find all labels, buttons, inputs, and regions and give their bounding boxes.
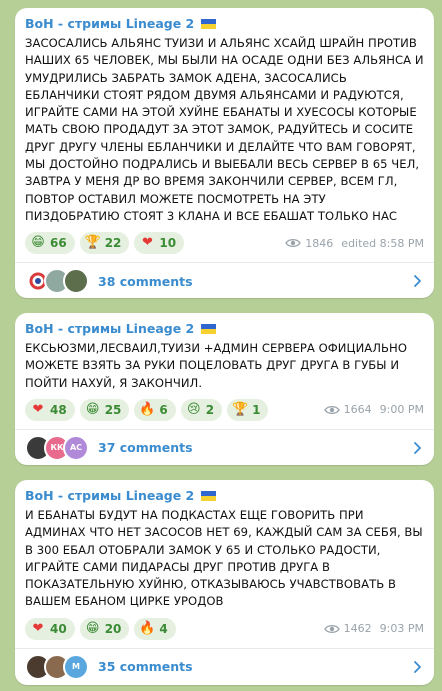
eye-icon [323,405,340,414]
reaction-count: 66 [50,236,67,251]
heart-emoji-icon: ❤ [32,620,44,636]
eye-icon [323,624,340,633]
chevron-right-icon[interactable] [410,274,424,288]
reaction-fire[interactable]: 🔥 6 [134,398,176,421]
comments-count-label[interactable]: 38 comments [98,274,410,289]
post-footer: ❤ 40 😁 20 🔥 4 1462 9:03 PM [25,617,424,641]
channel-name-text[interactable]: BoH - стримы Lineage 2 [25,321,194,336]
channel-name-text[interactable]: BoH - стримы Lineage 2 [25,16,194,31]
reactions: ❤ 48 😁 25 🔥 6 😢 2 🏆 1 [25,398,324,421]
channel-post: BoH - стримы Lineage 2 ЕКСЬЮЗМИ,ЛЕСВАИЛ,… [15,313,434,465]
reaction-count: 40 [50,621,67,636]
comments-count-label[interactable]: 35 comments [98,659,410,674]
view-count: 1462 [343,622,372,636]
reaction-count: 48 [50,402,67,417]
reaction-heart[interactable]: ❤ 40 [25,617,75,640]
reaction-count: 22 [104,236,122,251]
trophy-emoji-icon: 🏆 [84,235,101,251]
reaction-grin[interactable]: 😁 20 [79,617,130,640]
commenter-avatars: КК AC [25,434,89,461]
post-meta: 1846 edited 8:58 PM [285,237,424,250]
reaction-heart[interactable]: ❤ 48 [25,398,75,421]
reaction-count: 25 [104,402,122,417]
channel-name[interactable]: BoH - стримы Lineage 2 [25,488,424,504]
reaction-count: 2 [205,402,215,417]
post-footer: 😁 66 🏆 22 ❤ 10 1846 edited 8:58 PM [25,231,424,255]
channel-name-text[interactable]: BoH - стримы Lineage 2 [25,488,194,503]
post-text: ЗАСОСАЛИСЬ АЛЬЯНС ТУИЗИ И АЛЬЯНС ХСАЙД Ш… [25,36,424,223]
eye-icon [285,239,302,248]
reaction-grin[interactable]: 😁 25 [79,398,130,421]
channel-name[interactable]: BoH - стримы Lineage 2 [25,16,424,32]
channel-post: BoH - стримы Lineage 2 И ЕБАНАТЫ БУДУТ Н… [15,480,434,685]
reaction-heart[interactable]: ❤ 10 [134,232,185,255]
reaction-trophy[interactable]: 🏆 22 [79,232,130,255]
reaction-grin[interactable]: 😁 66 [25,232,75,255]
comments-button[interactable]: 38 comments [15,263,434,299]
view-count: 1846 [305,236,334,250]
heart-emoji-icon: ❤ [141,235,153,251]
reactions: ❤ 40 😁 20 🔥 4 [25,617,324,640]
view-count: 1664 [343,403,372,417]
ukraine-flag-icon [200,19,216,29]
post-meta: 1664 9:00 PM [323,403,424,417]
reaction-count: 4 [159,621,168,636]
channel-name[interactable]: BoH - стримы Lineage 2 [25,321,424,337]
post-time: 9:00 PM [379,403,424,417]
initials-avatar: M [63,653,89,680]
chevron-right-icon[interactable] [410,441,424,455]
grin-emoji-icon: 😁 [85,620,100,636]
trophy-emoji-icon: 🏆 [232,401,249,417]
ukraine-flag-icon [200,324,216,334]
post-footer: ❤ 48 😁 25 🔥 6 😢 2 🏆 1 1664 9:00 PM [25,398,424,422]
crying-emoji-icon: 😢 [186,401,201,417]
photo-avatar [63,268,89,295]
comments-count-label[interactable]: 37 comments [98,440,410,455]
reaction-count: 20 [104,621,122,636]
initials-avatar: AC [63,434,89,461]
post-time: edited 8:58 PM [341,236,424,250]
reactions: 😁 66 🏆 22 ❤ 10 [25,232,285,255]
ukraine-flag-icon [200,491,216,501]
reaction-cry[interactable]: 😢 2 [180,398,223,421]
channel-post: BoH - стримы Lineage 2 ЗАСОСАЛИСЬ АЛЬЯНС… [15,8,434,298]
reaction-fire[interactable]: 🔥 4 [134,617,176,640]
reaction-trophy[interactable]: 🏆 1 [227,398,269,421]
commenter-avatars: M [25,653,89,680]
comments-button[interactable]: КК AC 37 comments [15,430,434,466]
chevron-right-icon[interactable] [410,660,424,674]
fire-emoji-icon: 🔥 [139,620,156,636]
post-meta: 1462 9:03 PM [323,622,424,636]
commenter-avatars [25,268,89,295]
fire-emoji-icon: 🔥 [139,401,156,417]
reaction-count: 1 [252,402,261,417]
message-feed: BoH - стримы Lineage 2 ЗАСОСАЛИСЬ АЛЬЯНС… [0,0,442,691]
reaction-count: 10 [159,236,177,251]
post-text: И ЕБАНАТЫ БУДУТ НА ПОДКАСТАХ ЕЩЕ ГОВОРИТ… [25,508,423,609]
post-text: ЕКСЬЮЗМИ,ЛЕСВАИЛ,ТУИЗИ +АДМИН СЕРВЕРА ОФ… [25,341,408,390]
grin-emoji-icon: 😁 [85,401,100,417]
grin-emoji-icon: 😁 [31,235,45,251]
heart-emoji-icon: ❤ [32,401,44,417]
post-time: 9:03 PM [379,622,424,636]
comments-button[interactable]: M 35 comments [15,649,434,685]
reaction-count: 6 [159,402,168,417]
